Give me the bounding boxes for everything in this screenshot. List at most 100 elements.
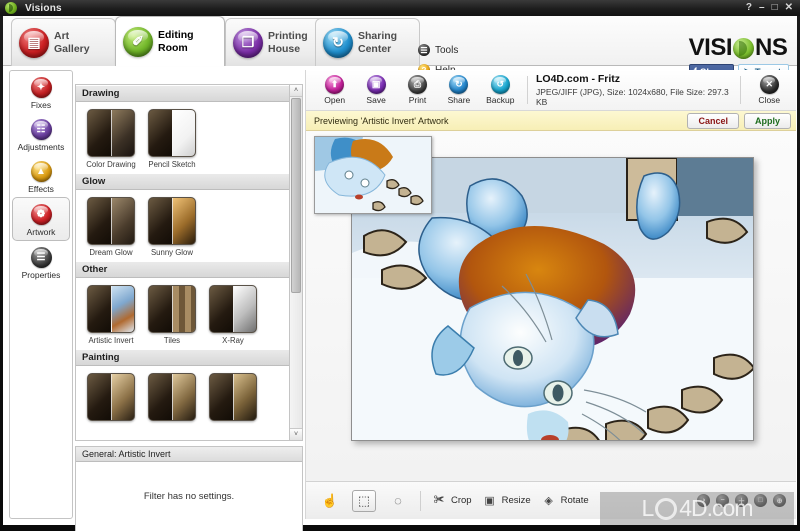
fit-view-glyph: ◑ [701, 497, 706, 504]
fit-view-button[interactable]: ◑ [697, 494, 710, 507]
print-icon: ⎙ [408, 75, 428, 94]
filter-group-painting [76, 366, 302, 428]
original-preview-thumbnail[interactable] [314, 136, 432, 214]
sidebar-item-artwork[interactable]: ❁ Artwork [12, 197, 70, 241]
adjustments-glyph: ☷ [36, 124, 46, 135]
filter-item-label: X-Ray [222, 336, 244, 345]
share-button[interactable]: ↻ Share [438, 75, 479, 105]
preview-thumbnail-image [315, 137, 431, 213]
backup-button[interactable]: ↺ Backup [480, 75, 521, 105]
paintbrush-glyph: ✐ [132, 33, 144, 49]
zoom-in-button[interactable]: ＋ [735, 494, 748, 507]
help-button[interactable]: ? [746, 3, 752, 13]
scroll-down-button[interactable]: ˅ [290, 428, 302, 440]
title-bar: Visions ? – □ ✕ [0, 0, 800, 16]
filter-thumbnail [87, 373, 135, 421]
pan-button[interactable]: ⊕ [773, 494, 786, 507]
tab-line2: House [268, 42, 301, 55]
maximize-button[interactable]: □ [772, 3, 778, 13]
resize-button-label: Resize [501, 495, 531, 506]
rect-select-tool[interactable]: ⬚ [352, 489, 376, 512]
sync-arrows-icon: ↻ [323, 27, 353, 58]
tab-line1: Art [54, 30, 70, 42]
filter-item-painting-3[interactable] [207, 373, 259, 424]
minimize-button[interactable]: – [759, 3, 765, 13]
filter-group-drawing: Color Drawing Pencil Sketch [76, 102, 302, 173]
filter-item-pencil-sketch[interactable]: Pencil Sketch [146, 109, 198, 169]
save-button[interactable]: ▣ Save [355, 75, 396, 105]
crop-button[interactable]: ✀ Crop [431, 493, 472, 509]
sidebar-item-effects[interactable]: ▲ Effects [10, 155, 72, 197]
sidebar-item-fixes[interactable]: ✦ Fixes [10, 71, 72, 113]
sidebar-item-adjustments[interactable]: ☷ Adjustments [10, 113, 72, 155]
filter-list[interactable]: Drawing Color Drawing Pencil Sketch Glow… [75, 84, 303, 441]
paintbrush-icon: ✐ [123, 26, 153, 57]
sidebar-item-label: Adjustments [17, 142, 65, 152]
tab-line1: Editing [158, 29, 194, 41]
share-glyph: ↻ [455, 79, 463, 89]
filter-thumbnail [148, 109, 196, 157]
share-button-label: Share [447, 95, 471, 105]
zoom-in-glyph: ＋ [738, 497, 745, 505]
print-button[interactable]: ⎙ Print [397, 75, 438, 105]
filter-item-label: Pencil Sketch [148, 160, 196, 169]
tab-line2: Room [158, 41, 188, 54]
toolbar-divider [527, 76, 529, 104]
visions-o-leaf-icon [733, 37, 754, 59]
filter-item-sunny-glow[interactable]: Sunny Glow [146, 197, 198, 257]
tab-art-gallery[interactable]: ▤ Art Gallery [11, 18, 116, 66]
sidebar-item-label: Artwork [26, 227, 56, 237]
tab-line2: Center [358, 42, 392, 55]
tool-category-rail: ✦ Fixes ☷ Adjustments ▲ Effects ❁ Artwor… [9, 70, 73, 519]
filter-settings-header: General: Artistic Invert [76, 447, 302, 462]
scrollbar-thumb[interactable] [291, 98, 301, 293]
image-canvas[interactable] [306, 131, 796, 481]
close-glyph: ✕ [765, 79, 774, 89]
filter-settings-panel: General: Artistic Invert Filter has no s… [75, 446, 303, 531]
filter-item-color-drawing[interactable]: Color Drawing [85, 109, 137, 169]
tab-editing-room[interactable]: ✐ Editing Room [115, 16, 225, 66]
filter-item-artistic-invert[interactable]: Artistic Invert [85, 285, 137, 345]
filter-thumbnail [209, 285, 257, 333]
bottom-toolbar-divider [420, 490, 421, 511]
brand-part2: NS [755, 34, 788, 61]
filter-item-painting-1[interactable] [85, 373, 137, 424]
open-glyph: ⬆ [330, 79, 339, 89]
hand-tool[interactable]: ☝ [318, 490, 342, 512]
preview-notice-text: Previewing 'Artistic Invert' Artwork [314, 115, 449, 126]
properties-icon: ☰ [30, 247, 52, 268]
actual-size-button[interactable]: □ [754, 494, 767, 507]
artwork-icon: ❁ [30, 204, 52, 225]
resize-button[interactable]: ▣ Resize [482, 493, 531, 509]
close-button[interactable]: ✕ [785, 3, 793, 13]
tab-line1: Sharing [358, 30, 398, 42]
filter-thumbnail [87, 109, 135, 157]
filter-item-x-ray[interactable]: X-Ray [207, 285, 259, 345]
application-window: Visions ? – □ ✕ ▤ Art Gallery ✐ Editing … [0, 0, 800, 531]
zoom-out-button[interactable]: − [716, 494, 729, 507]
tab-sharing-center[interactable]: ↻ Sharing Center [315, 18, 420, 66]
apply-button[interactable]: Apply [743, 112, 791, 129]
effects-glyph: ▲ [36, 166, 46, 177]
rotate-button[interactable]: ◈ Rotate [541, 493, 588, 509]
editor-pane: ⬆ Open ▣ Save ⎙ Print ↻ Share ↺ Backup L… [305, 70, 796, 519]
document-plus-icon: ❐ [233, 27, 263, 58]
open-button-label: Open [324, 95, 346, 105]
filter-thumbnail [148, 285, 196, 333]
sidebar-item-label: Fixes [30, 100, 52, 110]
filter-item-dream-glow[interactable]: Dream Glow [85, 197, 137, 257]
filter-item-painting-2[interactable] [146, 373, 198, 424]
open-button[interactable]: ⬆ Open [314, 75, 355, 105]
menu-item-tools[interactable]: ☰ Tools [418, 44, 458, 56]
filter-thumbnail [87, 285, 135, 333]
filter-list-scrollbar[interactable]: ˄ ˅ [289, 84, 303, 441]
cancel-button[interactable]: Cancel [687, 112, 739, 129]
filter-item-tiles[interactable]: Tiles [146, 285, 198, 345]
backup-glyph: ↺ [496, 79, 505, 89]
scroll-up-button[interactable]: ˄ [290, 85, 302, 97]
ellipse-select-tool[interactable]: ◌ [386, 490, 410, 512]
resize-icon: ▣ [484, 495, 495, 507]
sidebar-item-properties[interactable]: ☰ Properties [10, 241, 72, 283]
close-button-editor[interactable]: ✕ Close [749, 75, 790, 105]
filter-thumbnail [148, 197, 196, 245]
